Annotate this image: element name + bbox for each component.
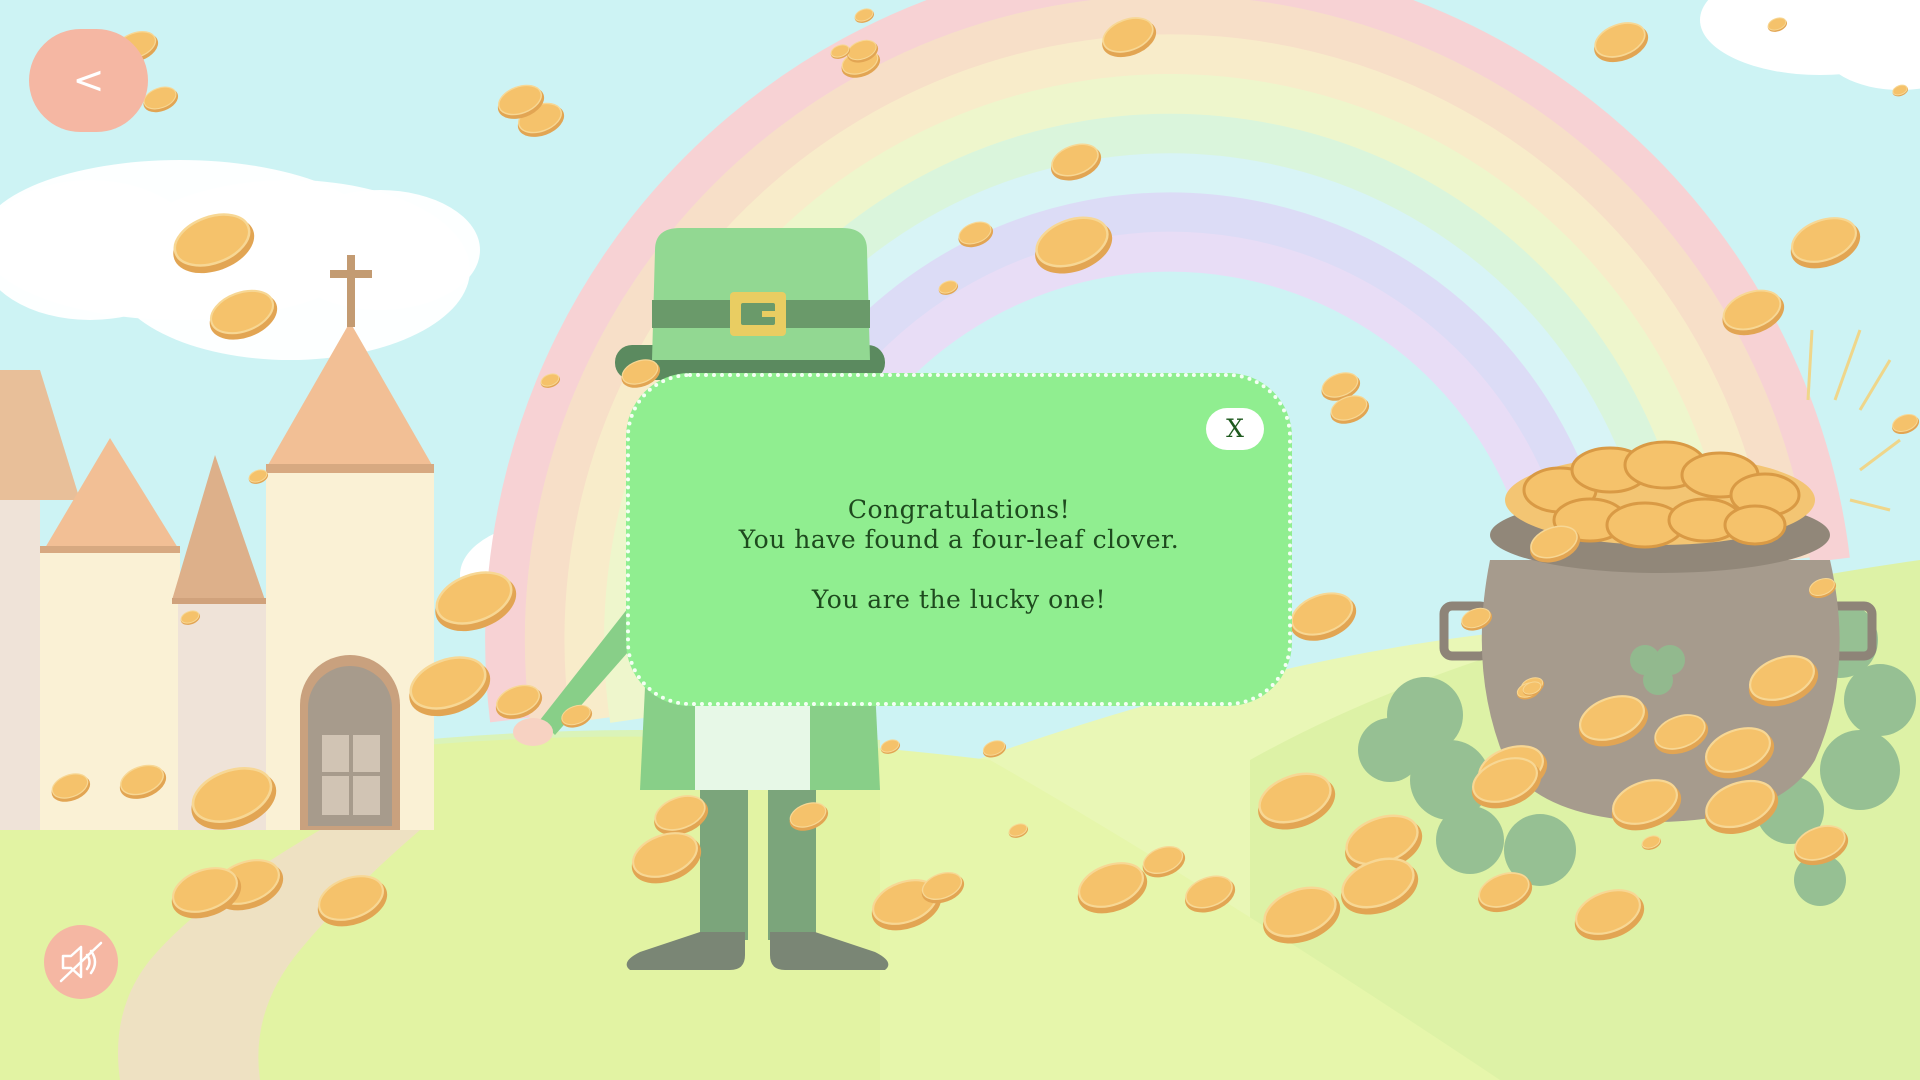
- gold-coin: [1290, 592, 1357, 641]
- found-clover-message: You have found a four-leaf clover.: [738, 525, 1180, 554]
- gold-coin: [1321, 372, 1361, 401]
- gold-coin: [854, 8, 875, 23]
- gold-coin: [1330, 395, 1370, 424]
- back-button[interactable]: <: [29, 29, 148, 132]
- gold-coin: [1594, 22, 1649, 63]
- mute-button[interactable]: [44, 925, 118, 999]
- congratulations-dialog: X Congratulations! You have found a four…: [626, 373, 1292, 706]
- congratulations-heading: Congratulations!: [847, 495, 1071, 524]
- close-button[interactable]: X: [1206, 408, 1264, 450]
- gold-coin: [1790, 217, 1861, 269]
- gold-coin: [497, 84, 545, 119]
- gold-coin: [517, 102, 565, 137]
- gold-coin: [1892, 414, 1920, 435]
- speaker-muted-icon: [59, 941, 103, 983]
- lucky-message: You are the lucky one!: [811, 585, 1107, 614]
- game-stage: < X Congratulations! You have found a fo…: [0, 0, 1920, 1080]
